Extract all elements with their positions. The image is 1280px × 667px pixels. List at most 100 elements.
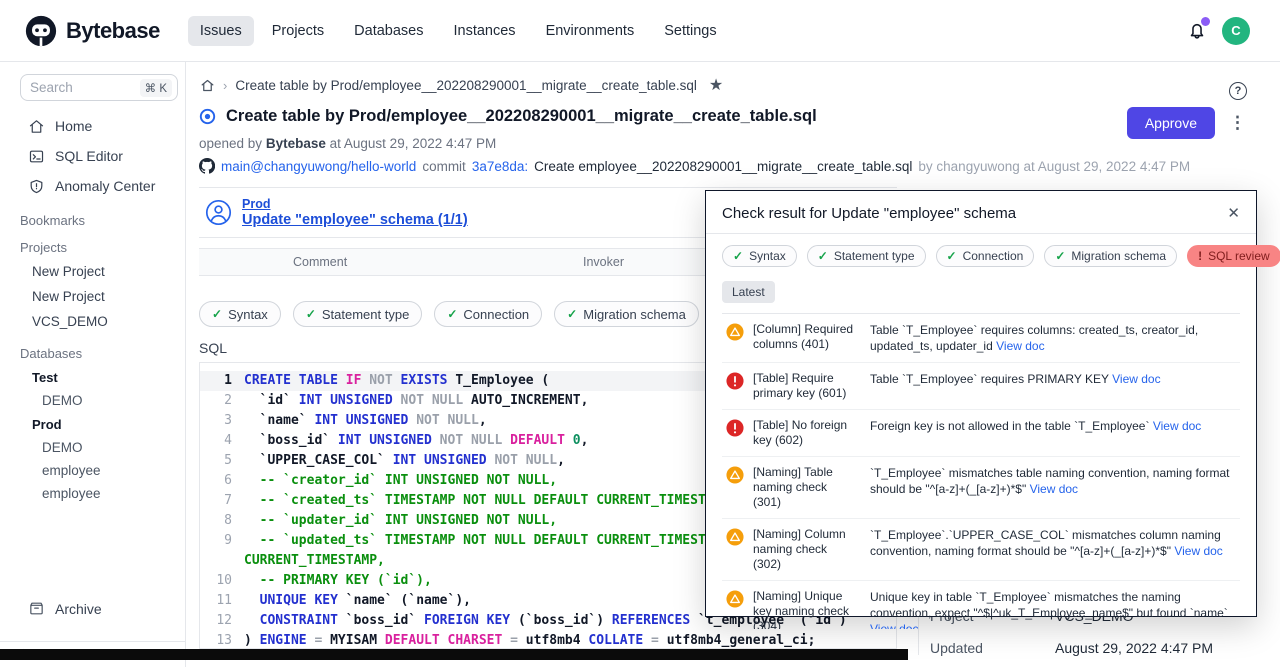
check-badge-syntax[interactable]: ✓Syntax bbox=[199, 301, 281, 327]
sidebar-item-sql-editor[interactable]: SQL Editor bbox=[0, 141, 185, 171]
line-number: 12 bbox=[200, 611, 244, 631]
search-input[interactable]: Search ⌘ K bbox=[20, 74, 178, 101]
sidebar-item-label: Anomaly Center bbox=[55, 178, 155, 194]
line-number: 7 bbox=[200, 491, 244, 511]
check-result-modal: Check result for Update "employee" schem… bbox=[705, 190, 1257, 617]
view-doc-link[interactable]: View doc bbox=[996, 339, 1044, 353]
check-icon: ✓ bbox=[306, 307, 316, 321]
latest-button[interactable]: Latest bbox=[722, 281, 775, 303]
code-text: ) ENGINE = MYISAM DEFAULT CHARSET = utf8… bbox=[244, 631, 815, 649]
breadcrumb-home-icon[interactable] bbox=[200, 78, 215, 93]
check-result-row: [Table] Require primary key (601)Table `… bbox=[722, 363, 1240, 410]
nav-item-settings[interactable]: Settings bbox=[652, 16, 728, 46]
check-badge-statement-type[interactable]: ✓Statement type bbox=[293, 301, 423, 327]
bookmarks-section-header: Bookmarks bbox=[0, 213, 185, 228]
warning-icon bbox=[726, 323, 744, 341]
user-avatar[interactable]: C bbox=[1222, 17, 1250, 45]
bottom-black-bar bbox=[0, 649, 908, 660]
check-result-list: [Column] Required columns (401)Table `T_… bbox=[722, 313, 1240, 629]
bytebase-logo-icon bbox=[24, 14, 58, 48]
nav-item-issues[interactable]: Issues bbox=[188, 16, 254, 46]
check-icon: ✓ bbox=[567, 307, 577, 321]
sidebar-environment-prod: Prod bbox=[0, 412, 185, 436]
check-icon: ✓ bbox=[733, 249, 743, 263]
help-icon[interactable]: ? bbox=[1229, 82, 1247, 100]
sidebar-database-employee[interactable]: employee bbox=[0, 482, 185, 505]
column-header-invoker: Invoker bbox=[583, 255, 624, 269]
nav-item-environments[interactable]: Environments bbox=[534, 16, 647, 46]
rule-name: [Naming] Unique key naming check (304) bbox=[753, 589, 856, 629]
sidebar-project-new-project[interactable]: New Project bbox=[0, 259, 185, 284]
line-number: 10 bbox=[200, 571, 244, 591]
nav-item-projects[interactable]: Projects bbox=[260, 16, 336, 46]
sidebar-item-anomaly-center[interactable]: Anomaly Center bbox=[0, 171, 185, 201]
check-badge-statement-type[interactable]: ✓Statement type bbox=[807, 245, 926, 267]
view-doc-link[interactable]: View doc bbox=[1153, 419, 1201, 433]
check-badge-label: Connection bbox=[963, 249, 1024, 263]
rule-name: [Naming] Table naming check (301) bbox=[753, 465, 856, 510]
close-icon[interactable]: ✕ bbox=[1227, 204, 1240, 222]
code-text: `UPPER_CASE_COL` INT UNSIGNED NOT NULL, bbox=[244, 451, 565, 471]
sidebar-environment-test: Test bbox=[0, 365, 185, 389]
rule-name: [Naming] Column naming check (302) bbox=[753, 527, 856, 572]
sidebar-item-label: Home bbox=[55, 118, 92, 134]
check-icon: ✓ bbox=[947, 249, 957, 263]
nav-item-instances[interactable]: Instances bbox=[441, 16, 527, 46]
check-badge-sql-review[interactable]: !SQL review bbox=[1187, 245, 1280, 267]
archive-label: Archive bbox=[55, 601, 102, 617]
commit-author-time: by changyuwong at August 29, 2022 4:47 P… bbox=[918, 159, 1190, 174]
check-badge-syntax[interactable]: ✓Syntax bbox=[722, 245, 797, 267]
sidebar-database-demo[interactable]: DEMO bbox=[0, 389, 185, 412]
view-doc-link[interactable]: View doc bbox=[1174, 544, 1222, 558]
more-options-icon[interactable]: ⋮ bbox=[1229, 118, 1246, 128]
check-result-row: [Table] No foreign key (602)Foreign key … bbox=[722, 410, 1240, 457]
view-doc-link[interactable]: View doc bbox=[1030, 482, 1078, 496]
view-doc-link[interactable]: View doc bbox=[1112, 372, 1160, 386]
check-badge-label: Migration schema bbox=[583, 307, 686, 322]
sidebar-project-new-project[interactable]: New Project bbox=[0, 284, 185, 309]
approve-button[interactable]: Approve bbox=[1127, 107, 1215, 139]
projects-section-header: Projects bbox=[0, 240, 185, 255]
code-text: `boss_id` INT UNSIGNED NOT NULL DEFAULT … bbox=[244, 431, 588, 451]
sql-editor-icon bbox=[28, 148, 45, 165]
sidebar-database-demo[interactable]: DEMO bbox=[0, 436, 185, 459]
sidebar-item-home[interactable]: Home bbox=[0, 111, 185, 141]
stage-task-link[interactable]: Update "employee" schema (1/1) bbox=[242, 212, 468, 228]
top-navigation: IssuesProjectsDatabasesInstancesEnvironm… bbox=[188, 16, 729, 46]
line-number: 5 bbox=[200, 451, 244, 471]
check-badge-connection[interactable]: ✓Connection bbox=[434, 301, 542, 327]
stage-environment-link[interactable]: Prod bbox=[242, 197, 468, 211]
vcs-branch-link[interactable]: main@changyuwong/hello-world bbox=[221, 159, 416, 174]
code-text: `id` INT UNSIGNED NOT NULL AUTO_INCREMEN… bbox=[244, 391, 588, 411]
sidebar-item-archive[interactable]: Archive bbox=[28, 600, 102, 617]
check-icon: ✓ bbox=[818, 249, 828, 263]
rule-name: [Table] No foreign key (602) bbox=[753, 418, 856, 448]
bookmark-star-icon[interactable]: ★ bbox=[709, 75, 723, 95]
code-text: -- `created_ts` TIMESTAMP NOT NULL DEFAU… bbox=[244, 491, 737, 511]
commit-word: commit bbox=[422, 159, 466, 174]
bytebase-logo[interactable]: Bytebase bbox=[24, 14, 160, 48]
notifications-bell-icon[interactable] bbox=[1186, 20, 1208, 42]
check-badge-migration-schema[interactable]: ✓Migration schema bbox=[1044, 245, 1177, 267]
sidebar-databases-list: TestDEMOProdDEMOemployeeemployee bbox=[0, 365, 185, 505]
sidebar-database-employee[interactable]: employee bbox=[0, 459, 185, 482]
modal-check-badges: ✓Syntax✓Statement type✓Connection✓Migrat… bbox=[722, 245, 1240, 267]
check-badge-migration-schema[interactable]: ✓ Migration schema bbox=[554, 301, 699, 327]
sidebar-project-vcs-demo[interactable]: VCS_DEMO bbox=[0, 309, 185, 334]
breadcrumb-title: Create table by Prod/employee__202208290… bbox=[235, 78, 697, 93]
check-icon: ✓ bbox=[1055, 249, 1065, 263]
line-number bbox=[200, 551, 244, 571]
commit-hash-link[interactable]: 3a7e8da: bbox=[472, 159, 528, 174]
rule-description: Table `T_Employee` requires columns: cre… bbox=[870, 322, 1238, 354]
check-result-row: [Naming] Unique key naming check (304)Un… bbox=[722, 581, 1240, 629]
line-number: 4 bbox=[200, 431, 244, 451]
code-text: UNIQUE KEY `name` (`name`), bbox=[244, 591, 471, 611]
breadcrumb-chevron-icon: › bbox=[223, 78, 227, 93]
view-doc-link[interactable]: View doc bbox=[870, 622, 918, 629]
notification-dot bbox=[1201, 17, 1210, 26]
archive-icon bbox=[28, 600, 45, 617]
line-number: 9 bbox=[200, 531, 244, 551]
commit-message: Create employee__202208290001__migrate__… bbox=[534, 159, 912, 174]
nav-item-databases[interactable]: Databases bbox=[342, 16, 435, 46]
check-badge-connection[interactable]: ✓ Connection bbox=[936, 245, 1035, 267]
